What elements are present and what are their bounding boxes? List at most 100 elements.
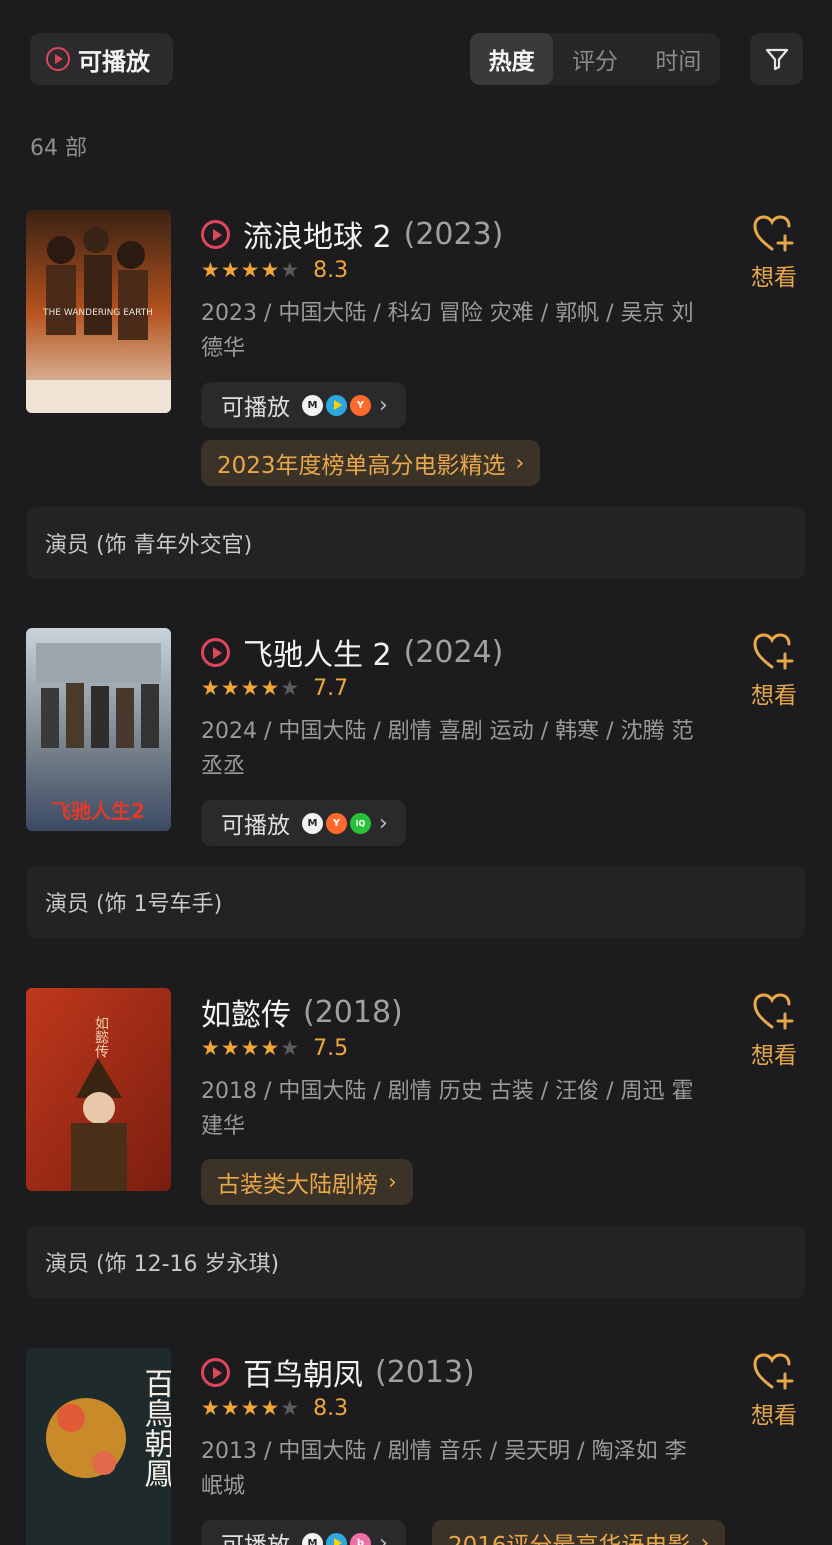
star-empty-icon: ★ [280, 1036, 300, 1060]
want-label: 想看 [751, 1043, 797, 1069]
poster-caption: 飞驰人生2 [51, 799, 145, 823]
want-to-watch-button[interactable]: 想看 [747, 1352, 801, 1430]
star-rating: ★ ★ ★ ★ ★ [201, 1038, 299, 1059]
playable-platforms-button[interactable]: 可播放 M Y › [201, 382, 406, 428]
chevron-right-icon: › [388, 1169, 397, 1195]
star-icon: ★ [240, 258, 260, 282]
star-icon: ★ [260, 258, 280, 282]
role-bar: 演员 (饰 青年外交官) [27, 507, 805, 579]
star-icon: ★ [220, 1036, 240, 1060]
rank-tag-label: 2016评分最高华语电影 [448, 1526, 691, 1545]
want-label: 想看 [751, 1403, 797, 1429]
rank-tag-button[interactable]: 古装类大陆剧榜 › [201, 1159, 413, 1205]
star-rating: ★ ★ ★ ★ ★ [201, 260, 299, 281]
movie-card[interactable]: THE WANDERING EARTH 流浪地球 2 (2023) ★ ★ ★ ★ ★ … [0, 210, 832, 580]
movie-title-row[interactable]: 飞驰人生 2 (2024) [201, 630, 503, 674]
rating-row: ★ ★ ★ ★ ★ 7.7 [201, 676, 348, 701]
star-icon: ★ [260, 676, 280, 700]
movie-card[interactable]: 如懿传 如懿传 (2018) ★ ★ ★ ★ ★ 7.5 2018 / 中国大陆 / 剧… [0, 988, 832, 1300]
playable-label: 可播放 [221, 1526, 290, 1545]
star-icon: ★ [260, 1036, 280, 1060]
movie-title: 流浪地球 2 [243, 220, 392, 255]
sort-tab-time[interactable]: 时间 [637, 33, 720, 85]
movie-year: (2023) [403, 216, 504, 252]
star-icon: ★ [201, 258, 220, 282]
sort-tab-rating[interactable]: 评分 [553, 33, 636, 85]
want-label: 想看 [751, 265, 797, 291]
rating-row: ★ ★ ★ ★ ★ 7.5 [201, 1036, 348, 1061]
playable-filter-label: 可播放 [78, 47, 150, 76]
play-circle-icon [201, 219, 230, 249]
want-to-watch-button[interactable]: 想看 [747, 214, 801, 292]
rank-tag-button[interactable]: 2023年度榜单高分电影精选 › [201, 440, 541, 486]
star-icon: ★ [240, 676, 260, 700]
top-bar: 可播放 热度 评分 时间 [0, 0, 832, 120]
movie-title-row[interactable]: 如懿传 (2018) [201, 990, 403, 1034]
rating-score: 8.3 [313, 1396, 349, 1421]
filter-button[interactable] [750, 33, 803, 85]
heart-plus-icon [753, 1353, 794, 1390]
star-icon: ★ [260, 1396, 280, 1420]
iqiyi-icon: iQ [350, 812, 371, 834]
star-empty-icon: ★ [280, 676, 300, 700]
role-bar: 演员 (饰 1号车手) [27, 866, 805, 938]
movie-title: 如懿传 [201, 998, 291, 1033]
playable-platforms-button[interactable]: 可播放 M Y iQ › [201, 800, 406, 846]
rating-score: 7.5 [313, 1036, 349, 1061]
star-rating: ★ ★ ★ ★ ★ [201, 678, 299, 699]
poster-caption: 百鳥朝鳳 [139, 1368, 172, 1488]
sort-tab-popularity[interactable]: 热度 [470, 33, 554, 85]
movie-meta: 2018 / 中国大陆 / 剧情 历史 古装 / 汪俊 / 周迅 霍建华 [201, 1079, 694, 1139]
star-icon: ★ [201, 676, 220, 700]
rating-row: ★ ★ ★ ★ ★ 8.3 [201, 1396, 348, 1421]
movie-poster[interactable]: 百鳥朝鳳 [26, 1348, 171, 1545]
mgtv-icon: M [302, 812, 323, 834]
rating-row: ★ ★ ★ ★ ★ 8.3 [201, 258, 348, 283]
bilibili-icon: b [350, 1532, 371, 1545]
movie-poster[interactable]: THE WANDERING EARTH [26, 210, 171, 413]
star-icon: ★ [240, 1396, 260, 1420]
chevron-right-icon: › [700, 1530, 710, 1545]
play-circle-icon [201, 1357, 230, 1387]
tencent-video-icon [326, 1532, 347, 1545]
tencent-video-icon [326, 394, 347, 416]
playable-platforms-button[interactable]: 可播放 M b › [201, 1520, 406, 1545]
movie-card[interactable]: 飞驰人生2 飞驰人生 2 (2024) ★ ★ ★ ★ ★ 7.7 2024 / 中国大… [0, 628, 832, 943]
sort-tabs: 热度 评分 时间 [470, 33, 720, 85]
movie-title: 飞驰人生 2 [243, 638, 392, 673]
heart-plus-icon [753, 993, 794, 1030]
rating-score: 8.3 [313, 258, 349, 283]
movie-title-row[interactable]: 百鸟朝凤 (2013) [201, 1350, 475, 1394]
rank-tag-label: 古装类大陆剧榜 [217, 1172, 378, 1198]
movie-meta: 2023 / 中国大陆 / 科幻 冒险 灾难 / 郭帆 / 吴京 刘德华 [201, 301, 694, 361]
rating-score: 7.7 [313, 676, 349, 701]
youku-icon: Y [326, 812, 347, 834]
role-bar: 演员 (饰 12-16 岁永琪) [27, 1226, 805, 1298]
movie-meta: 2024 / 中国大陆 / 剧情 喜剧 运动 / 韩寒 / 沈腾 范丞丞 [201, 719, 694, 779]
want-label: 想看 [751, 683, 797, 709]
want-to-watch-button[interactable]: 想看 [747, 632, 801, 710]
movie-title: 百鸟朝凤 [243, 1358, 363, 1393]
movie-poster[interactable]: 飞驰人生2 [26, 628, 171, 831]
movie-year: (2018) [303, 994, 403, 1030]
star-icon: ★ [240, 1036, 260, 1060]
want-to-watch-button[interactable]: 想看 [747, 992, 801, 1070]
star-empty-icon: ★ [280, 1396, 300, 1420]
movie-poster[interactable]: 如懿传 [26, 988, 171, 1191]
poster-caption: THE WANDERING EARTH [42, 308, 153, 318]
filter-funnel-icon [765, 48, 788, 71]
chevron-right-icon: › [379, 1530, 388, 1545]
star-rating: ★ ★ ★ ★ ★ [201, 1398, 299, 1419]
movie-card[interactable]: 百鳥朝鳳 百鸟朝凤 (2013) ★ ★ ★ ★ ★ 8.3 2013 / 中国大陆 /… [0, 1348, 832, 1545]
play-circle-icon [46, 47, 70, 71]
result-count: 64 部 [30, 136, 87, 161]
playable-label: 可播放 [221, 813, 290, 839]
playable-filter-toggle[interactable]: 可播放 [30, 33, 173, 85]
star-icon: ★ [220, 258, 240, 282]
movie-title-row[interactable]: 流浪地球 2 (2023) [201, 212, 503, 256]
star-empty-icon: ★ [280, 258, 300, 282]
rank-tag-button[interactable]: 2016评分最高华语电影 › [432, 1520, 726, 1545]
chevron-right-icon: › [379, 810, 388, 836]
youku-icon: Y [350, 394, 371, 416]
star-icon: ★ [201, 1396, 220, 1420]
